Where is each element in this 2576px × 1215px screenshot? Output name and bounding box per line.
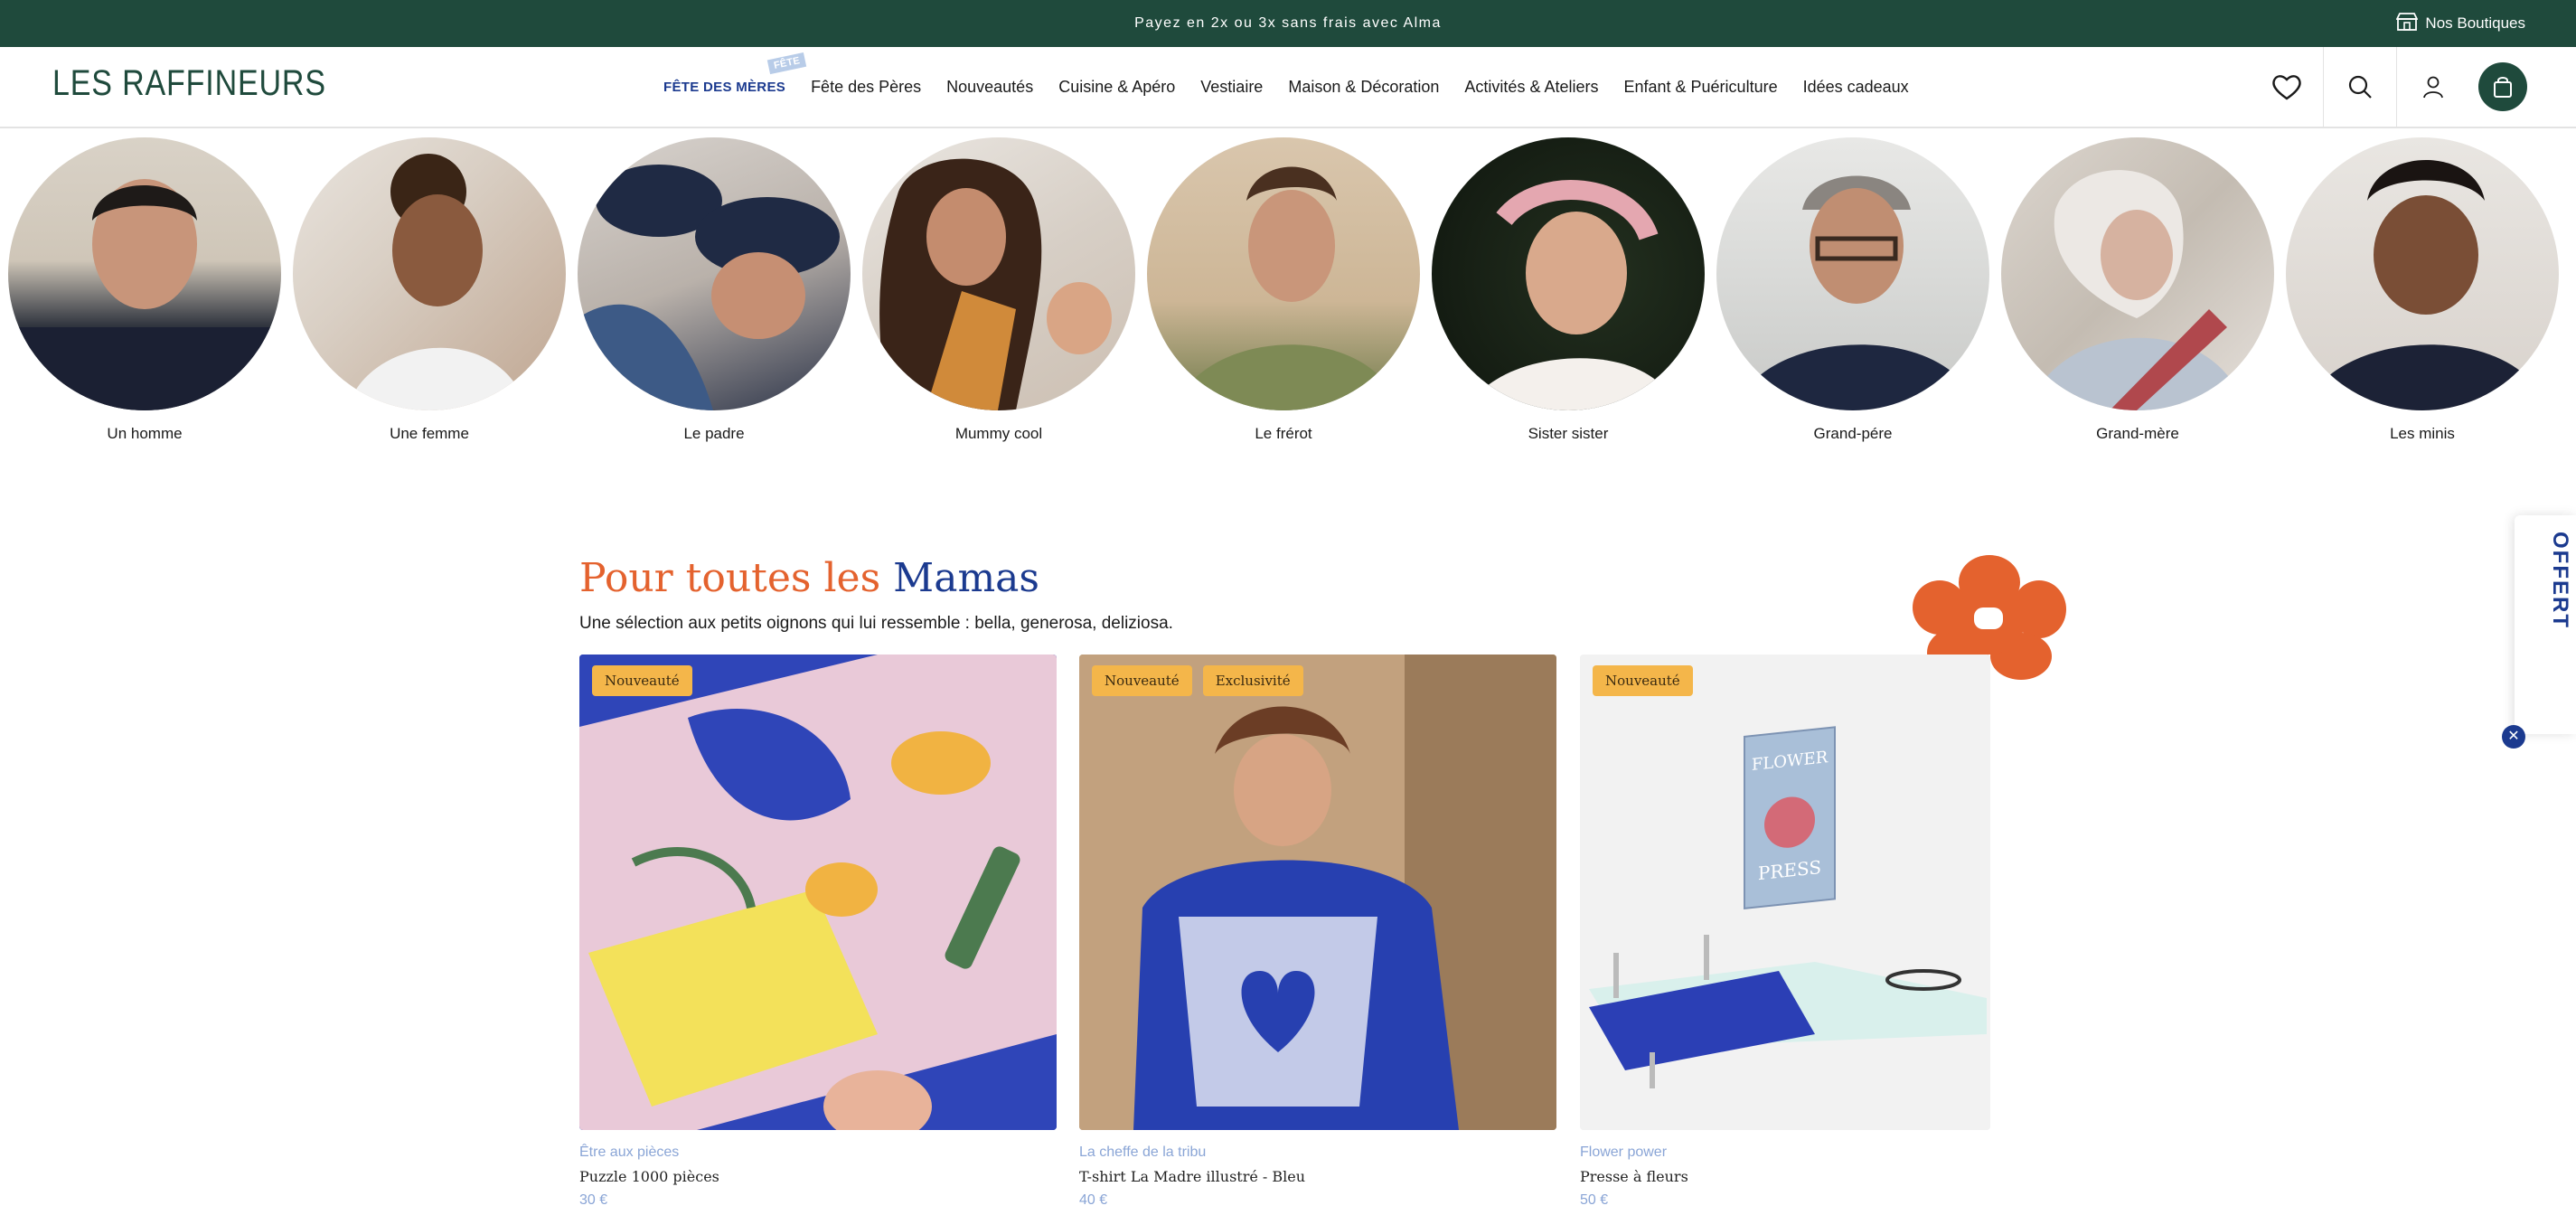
- nav-item-fete-des-peres[interactable]: Fête des Pères: [811, 78, 921, 97]
- nav-item-nouveautes[interactable]: Nouveautés: [946, 78, 1033, 97]
- product-name[interactable]: T-shirt La Madre illustré - Bleu: [1079, 1168, 1556, 1185]
- recipient-photo: [2001, 137, 2274, 410]
- recipient-item[interactable]: Grand-mère: [2000, 137, 2275, 443]
- promo-text: Payez en 2x ou 3x sans frais avec Alma: [1134, 15, 1442, 31]
- product-image: Nouveauté: [579, 655, 1057, 1130]
- recipient-label: Grand-mère: [2096, 425, 2179, 442]
- recipient-photo: [8, 137, 281, 410]
- recipient-item[interactable]: Grand-pére: [1716, 137, 1990, 443]
- badge-nouveaute: Nouveauté: [1092, 665, 1192, 696]
- recipient-photo: [1432, 137, 1705, 410]
- product-category: Être aux pièces: [579, 1144, 680, 1160]
- user-icon: [2423, 76, 2443, 99]
- recipient-carousel: Un homme Une femme Le padre Mummy cool L…: [0, 137, 2576, 454]
- cart-button[interactable]: [2478, 62, 2527, 111]
- product-price: 30 €: [579, 1192, 608, 1208]
- recipient-photo: [293, 137, 566, 410]
- product-badges: Nouveauté Exclusivité: [1092, 665, 1303, 696]
- recipient-label: Une femme: [390, 425, 469, 442]
- nav-special-tag: FÊTE: [766, 52, 807, 74]
- recipient-label: Grand-pére: [1813, 425, 1893, 442]
- account-button[interactable]: [2396, 47, 2469, 127]
- recipient-label: Un homme: [107, 425, 183, 442]
- nav-item-enfant-puericulture[interactable]: Enfant & Puériculture: [1623, 78, 1777, 97]
- heart-icon: [2272, 75, 2301, 100]
- nav-item-cuisine-apero[interactable]: Cuisine & Apéro: [1058, 78, 1175, 97]
- mamas-section-header: Pour toutes les Mamas Une sélection aux …: [579, 555, 1173, 634]
- store-icon: [2395, 12, 2419, 36]
- recipient-label: Mummy cool: [954, 425, 1043, 442]
- search-icon: [2348, 75, 2372, 99]
- stores-label: Nos Boutiques: [2425, 14, 2525, 32]
- recipient-item[interactable]: Les minis: [2285, 137, 2560, 443]
- nav-item-vestiaire[interactable]: Vestiaire: [1200, 78, 1263, 97]
- recipient-label: Le padre: [683, 425, 745, 442]
- recipient-item[interactable]: Une femme: [292, 137, 567, 443]
- product-name[interactable]: Presse à fleurs: [1580, 1168, 1990, 1185]
- product-image: FLOWER PRESS Nouveauté: [1580, 655, 1990, 1130]
- badge-exclusivite: Exclusivité: [1202, 665, 1303, 696]
- site-logo[interactable]: LES RAFFINEURS: [52, 63, 326, 104]
- close-icon[interactable]: ✕: [2502, 725, 2525, 749]
- site-header: LES RAFFINEURS FÊTE DES MÈRES FÊTE Fête …: [0, 47, 2576, 128]
- product-category: La cheffe de la tribu: [1079, 1144, 1207, 1160]
- gift-offer-label: CADEAU OFFERT: [2548, 532, 2576, 636]
- product-badges: Nouveauté: [592, 665, 692, 696]
- wishlist-button[interactable]: [2251, 47, 2323, 127]
- product-card[interactable]: Nouveauté Exclusivité La cheffe de la tr…: [1079, 655, 1556, 1209]
- gift-offer-tab[interactable]: CADEAU OFFERT ✕: [2502, 515, 2576, 749]
- nav-item-maison-decoration[interactable]: Maison & Décoration: [1288, 78, 1439, 97]
- section-subtitle: Une sélection aux petits oignons qui lui…: [579, 614, 1173, 633]
- section-title-part2: Mamas: [893, 555, 1039, 601]
- main-nav: FÊTE DES MÈRES FÊTE Fête des Pères Nouve…: [663, 47, 1909, 127]
- recipient-item[interactable]: Un homme: [7, 137, 282, 443]
- product-category: Flower power: [1580, 1144, 1668, 1160]
- product-price: 50 €: [1580, 1192, 1609, 1208]
- promo-bar: Payez en 2x ou 3x sans frais avec Alma N…: [0, 0, 2576, 47]
- recipient-photo: [862, 137, 1135, 410]
- recipient-item[interactable]: Le frérot: [1146, 137, 1421, 443]
- section-title-part1: Pour toutes les: [579, 555, 881, 601]
- recipient-item[interactable]: Le padre: [577, 137, 851, 443]
- recipient-photo: [578, 137, 851, 410]
- product-image: Nouveauté Exclusivité: [1079, 655, 1556, 1130]
- product-card[interactable]: Nouveauté Être aux pièces Puzzle 1000 pi…: [579, 655, 1057, 1209]
- product-badges: Nouveauté: [1593, 665, 1693, 696]
- nav-item-activites-ateliers[interactable]: Activités & Ateliers: [1464, 78, 1598, 97]
- product-price: 40 €: [1079, 1192, 1108, 1208]
- badge-nouveaute: Nouveauté: [1593, 665, 1693, 696]
- nav-item-idees-cadeaux[interactable]: Idées cadeaux: [1803, 78, 1909, 97]
- recipient-photo: [1147, 137, 1420, 410]
- nav-item-fete-des-meres[interactable]: FÊTE DES MÈRES FÊTE: [663, 52, 807, 95]
- recipient-photo: [2286, 137, 2559, 410]
- recipient-photo: [1716, 137, 1989, 410]
- badge-nouveaute: Nouveauté: [592, 665, 692, 696]
- product-name[interactable]: Puzzle 1000 pièces: [579, 1168, 1057, 1185]
- header-actions: [2251, 47, 2576, 127]
- recipient-item[interactable]: Mummy cool: [861, 137, 1136, 443]
- recipient-label: Sister sister: [1528, 425, 1609, 442]
- recipient-label: Les minis: [2390, 425, 2455, 442]
- recipient-label: Le frérot: [1255, 425, 1312, 442]
- bag-icon: [2494, 77, 2512, 98]
- product-card[interactable]: FLOWER PRESS Nouveauté Flower power Pres…: [1580, 655, 1990, 1209]
- search-button[interactable]: [2323, 47, 2396, 127]
- nav-special-label: FÊTE DES MÈRES: [663, 79, 786, 95]
- stores-link[interactable]: Nos Boutiques: [2395, 0, 2525, 47]
- recipient-item[interactable]: Sister sister: [1431, 137, 1706, 443]
- section-title: Pour toutes les Mamas: [579, 555, 1173, 601]
